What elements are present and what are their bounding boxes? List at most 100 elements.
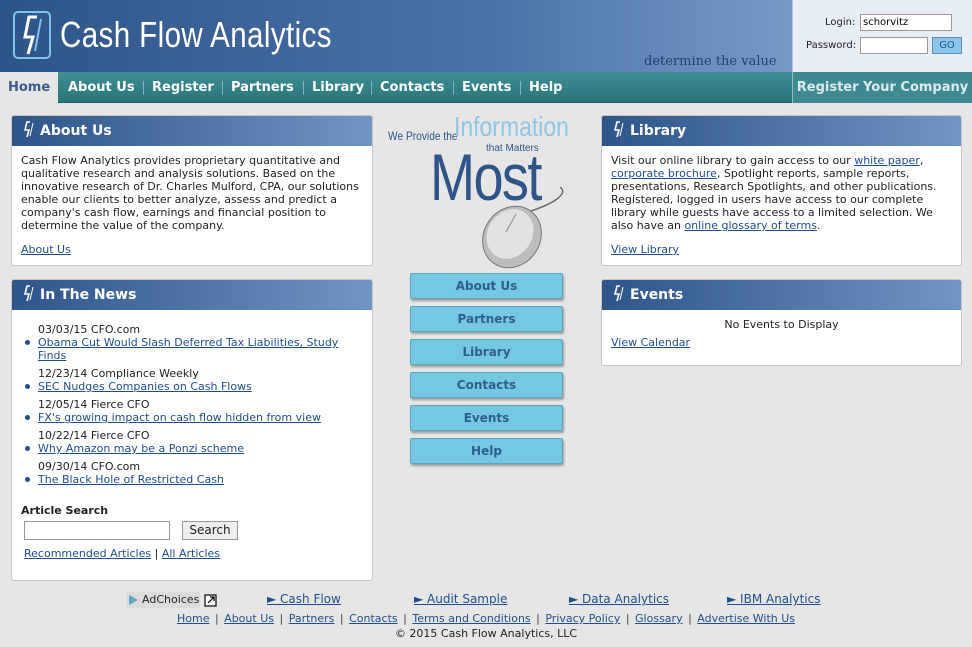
login-form: Login: Password: GO <box>792 0 972 72</box>
external-link-icon[interactable] <box>204 594 217 607</box>
all-articles-link[interactable]: All Articles <box>162 547 220 560</box>
logo-small-icon <box>613 121 624 138</box>
news-panel-header: In The News <box>12 280 372 310</box>
nav-partners[interactable]: Partners <box>231 72 294 103</box>
footer-about-link[interactable]: About Us <box>224 612 274 625</box>
library-text-1: Visit our online library to gain access … <box>611 154 855 167</box>
adchoices-badge[interactable]: AdChoices <box>126 592 200 608</box>
footer-partners-link[interactable]: Partners <box>289 612 335 625</box>
bullet-icon <box>25 384 30 389</box>
center-help-button[interactable]: Help <box>410 438 563 464</box>
register-company-link[interactable]: Register Your Company <box>792 72 972 103</box>
logo-small-icon <box>613 285 624 302</box>
article-search-input[interactable] <box>24 521 170 540</box>
ad-link-ibm-analytics[interactable]: ► IBM Analytics <box>727 592 820 606</box>
center-events-button[interactable]: Events <box>410 405 563 431</box>
library-comma: , <box>919 154 924 167</box>
search-button[interactable]: Search <box>182 521 238 540</box>
footer-contacts-link[interactable]: Contacts <box>349 612 398 625</box>
nav-library[interactable]: Library <box>312 72 364 103</box>
password-input[interactable] <box>860 37 928 54</box>
list-item: 12/05/14 Fierce CFO FX's growing impact … <box>21 398 363 424</box>
nav-about-us[interactable]: About Us <box>68 72 135 103</box>
center-library-button[interactable]: Library <box>410 339 563 365</box>
footer-glossary-link[interactable]: Glossary <box>635 612 683 625</box>
tagline: determine the value <box>644 54 777 69</box>
news-meta: 10/22/14 Fierce CFO <box>38 429 150 442</box>
news-panel-body: 03/03/15 CFO.com Obama Cut Would Slash D… <box>12 310 372 568</box>
news-headline-link[interactable]: FX's growing impact on cash flow hidden … <box>38 411 321 424</box>
article-search-label: Article Search <box>21 504 109 517</box>
about-us-link[interactable]: About Us <box>21 243 71 256</box>
footer-nav: Home | About Us | Partners | Contacts | … <box>176 612 796 625</box>
ad-link-audit-sample[interactable]: ► Audit Sample <box>414 592 507 606</box>
news-meta: 12/05/14 Fierce CFO <box>38 398 150 411</box>
about-text: Cash Flow Analytics provides proprietary… <box>21 154 359 232</box>
no-events-text: No Events to Display <box>724 318 839 331</box>
about-panel-header: About Us <box>12 116 372 146</box>
events-panel-header: Events <box>602 280 961 310</box>
list-item: 03/03/15 CFO.com Obama Cut Would Slash D… <box>21 323 363 362</box>
events-panel-body: No Events to Display View Calendar <box>602 310 961 357</box>
nav-contacts[interactable]: Contacts <box>380 72 444 103</box>
news-meta: 12/23/14 Compliance Weekly <box>38 367 199 380</box>
password-label: Password: <box>806 40 857 51</box>
corporate-brochure-link[interactable]: corporate brochure <box>611 167 717 180</box>
news-panel-title: In The News <box>40 287 137 303</box>
nav-help[interactable]: Help <box>529 72 562 103</box>
list-item: 12/23/14 Compliance Weekly SEC Nudges Co… <box>21 367 363 393</box>
nav-events[interactable]: Events <box>462 72 511 103</box>
news-meta: 09/30/14 CFO.com <box>38 460 141 473</box>
library-panel-header: Library <box>602 116 961 146</box>
news-panel: In The News 03/03/15 CFO.com Obama Cut W… <box>11 279 373 581</box>
library-panel: Library Visit our online library to gain… <box>601 115 962 266</box>
center-about-us-button[interactable]: About Us <box>410 273 563 299</box>
news-headline-link[interactable]: Obama Cut Would Slash Deferred Tax Liabi… <box>38 336 338 362</box>
view-library-link[interactable]: View Library <box>611 243 679 256</box>
library-panel-body: Visit our online library to gain access … <box>602 146 961 264</box>
footer-terms-link[interactable]: Terms and Conditions <box>412 612 530 625</box>
go-button[interactable]: GO <box>932 37 962 54</box>
ad-link-data-analytics[interactable]: ► Data Analytics <box>569 592 669 606</box>
logo-small-icon <box>23 121 34 138</box>
about-panel-title: About Us <box>40 123 112 139</box>
nav-separator <box>520 81 521 95</box>
nav-separator <box>143 81 144 95</box>
play-icon <box>129 595 138 605</box>
footer-privacy-link[interactable]: Privacy Policy <box>545 612 620 625</box>
events-panel-title: Events <box>630 287 684 303</box>
mouse-icon <box>482 187 564 269</box>
footer-advertise-link[interactable]: Advertise With Us <box>697 612 795 625</box>
link-separator: | <box>154 547 159 560</box>
list-item: 10/22/14 Fierce CFO Why Amazon may be a … <box>21 429 363 455</box>
nav-separator <box>371 81 372 95</box>
news-headline-link[interactable]: Why Amazon may be a Ponzi scheme <box>38 442 244 455</box>
logo-icon[interactable] <box>13 11 51 59</box>
brand-name[interactable]: Cash Flow Analytics <box>60 14 332 56</box>
center-partners-button[interactable]: Partners <box>410 306 563 332</box>
ad-link-cash-flow[interactable]: ► Cash Flow <box>267 592 341 606</box>
recommended-articles-link[interactable]: Recommended Articles <box>24 547 151 560</box>
view-calendar-link[interactable]: View Calendar <box>611 336 690 349</box>
login-input[interactable] <box>860 14 952 31</box>
news-headline-link[interactable]: SEC Nudges Companies on Cash Flows <box>38 380 252 393</box>
news-headline-link[interactable]: The Black Hole of Restricted Cash <box>38 473 224 486</box>
bullet-icon <box>25 340 30 345</box>
nav-separator <box>222 81 223 95</box>
login-label: Login: <box>825 17 856 28</box>
footer-home-link[interactable]: Home <box>177 612 209 625</box>
bullet-icon <box>25 415 30 420</box>
events-panel: Events No Events to Display View Calenda… <box>601 279 962 366</box>
news-meta: 03/03/15 CFO.com <box>38 323 141 336</box>
bullet-icon <box>25 446 30 451</box>
center-contacts-button[interactable]: Contacts <box>410 372 563 398</box>
library-period: . <box>816 219 821 232</box>
library-panel-title: Library <box>630 123 687 139</box>
nav-register[interactable]: Register <box>152 72 214 103</box>
main-nav: Home About Us Register Partners Library … <box>0 72 972 103</box>
nav-separator <box>453 81 454 95</box>
nav-home[interactable]: Home <box>0 72 59 103</box>
list-item: 09/30/14 CFO.com The Black Hole of Restr… <box>21 460 363 486</box>
glossary-link[interactable]: online glossary of terms <box>684 219 817 232</box>
white-paper-link[interactable]: white paper <box>854 154 920 167</box>
